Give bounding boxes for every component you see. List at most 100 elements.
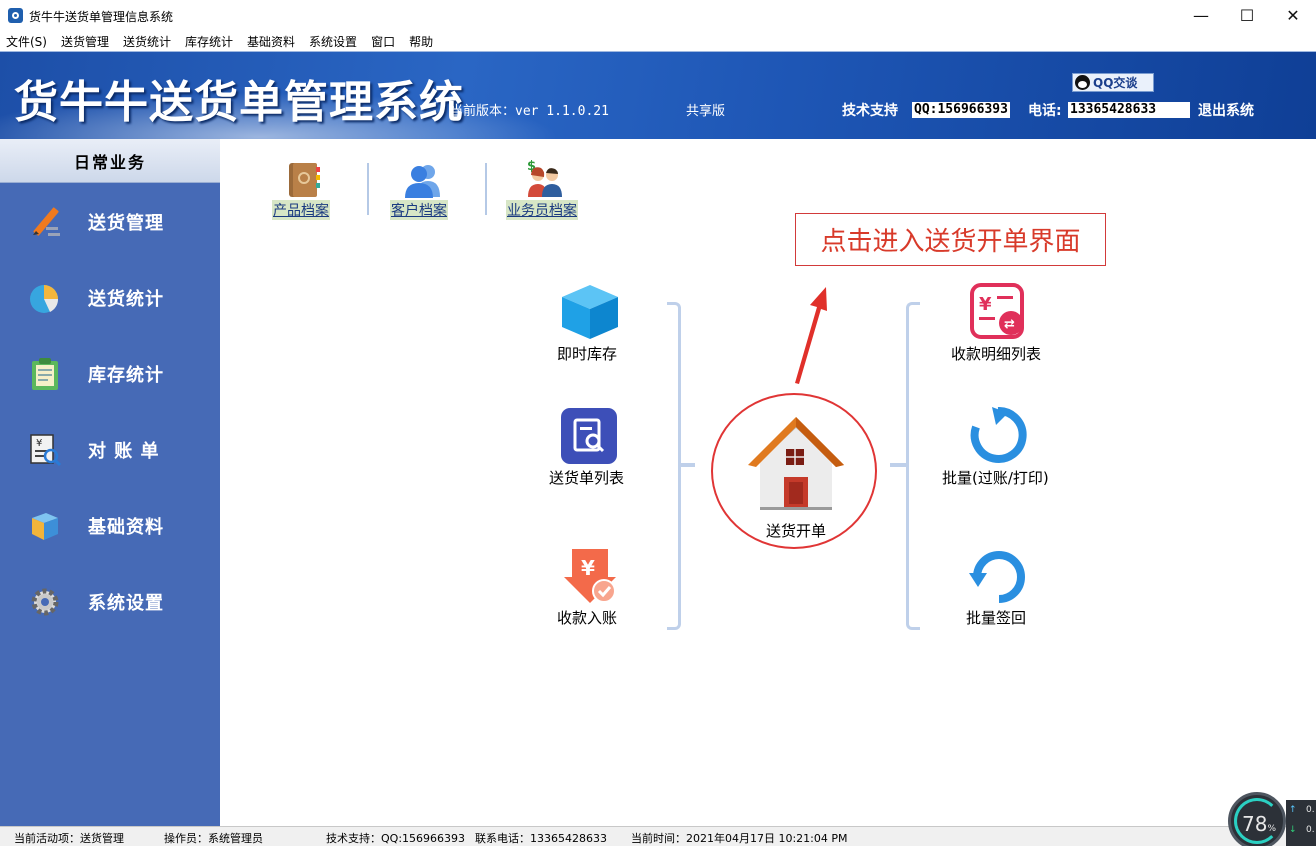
menu-system-settings[interactable]: 系统设置 [309, 33, 357, 50]
quick-link-products[interactable]: 产品档案 [272, 161, 344, 220]
sidebar-item-basic-data[interactable]: 基础资料 [0, 496, 220, 556]
exit-system-button[interactable]: 退出系统 [1198, 100, 1254, 120]
left-bracket [667, 302, 681, 630]
right-bracket-tick [890, 463, 906, 467]
sidebar-item-label: 库存统计 [88, 365, 164, 386]
sidebar-item-label: 送货管理 [88, 213, 164, 234]
menu-bar: 文件(S) 送货管理 送货统计 库存统计 基础资料 系统设置 窗口 帮助 [0, 31, 1316, 51]
menu-delivery-management[interactable]: 送货管理 [61, 33, 109, 50]
status-phone: 联系电话：13365428633 [475, 832, 607, 845]
func-instant-inventory[interactable]: 即时库存 [550, 283, 630, 363]
qq-chat-button[interactable]: QQ交谈 [1072, 73, 1154, 92]
status-support: 技术支持：QQ:156966393 [326, 832, 466, 845]
func-label: 收款入账 [557, 609, 618, 627]
payment-list-icon: ¥ ⇄ [970, 283, 1024, 339]
network-speed-panel: ↑ 0. ↓ 0. [1286, 800, 1316, 846]
box-icon [32, 513, 58, 540]
users-icon [405, 165, 440, 198]
header-banner: 货牛牛送货单管理系统 当前版本：ver 1.1.0.21 共享版 QQ交谈 技术… [0, 51, 1316, 139]
book-icon [289, 163, 320, 197]
salesperson-icon: $ [527, 159, 562, 197]
close-button[interactable]: ✕ [1270, 0, 1316, 31]
status-operator: 操作员：系统管理员 [164, 832, 263, 845]
cube-icon [562, 285, 618, 339]
return-icon [969, 551, 1025, 603]
quick-link-label: 业务员档案 [506, 200, 578, 220]
support-label: 技术支持 [842, 103, 898, 119]
sidebar-item-statement[interactable]: ¥ 对 账 单 [0, 420, 220, 480]
sidebar-item-label: 对 账 单 [88, 441, 160, 462]
sidebar-header[interactable]: 日常业务 [0, 139, 220, 183]
svg-text:¥: ¥ [979, 294, 992, 315]
quick-link-salespeople[interactable]: $ 业务员档案 [506, 159, 588, 220]
sidebar-item-label: 送货统计 [88, 289, 164, 310]
support-phone: 13365428633 [1068, 102, 1190, 118]
maximize-button[interactable]: ☐ [1224, 0, 1270, 31]
status-bar: 当前活动项：送货管理 操作员：系统管理员 技术支持：QQ:156966393 联… [0, 826, 1316, 846]
left-bracket-tick [681, 463, 695, 467]
menu-help[interactable]: 帮助 [409, 33, 433, 50]
window-title: 货牛牛送货单管理信息系统 [29, 10, 174, 24]
svg-text:¥: ¥ [36, 438, 42, 449]
status-time: 当前时间：2021年04月17日 10:21:04 PM [631, 832, 848, 845]
quick-link-separator [485, 163, 487, 215]
func-label: 收款明细列表 [951, 345, 1042, 363]
func-payment-detail-list[interactable]: ¥ ⇄ 收款明细列表 [948, 283, 1048, 363]
quick-link-separator [367, 163, 369, 215]
menu-file[interactable]: 文件(S) [6, 33, 47, 50]
document-search-icon [561, 408, 617, 464]
right-bracket [906, 302, 920, 630]
menu-basic-data[interactable]: 基础资料 [247, 33, 295, 50]
func-label: 送货单列表 [549, 469, 625, 487]
pie-chart-icon [30, 285, 59, 313]
upload-value: 0. [1306, 805, 1315, 815]
quick-link-label: 客户档案 [390, 200, 448, 220]
upload-arrow-icon: ↑ [1289, 805, 1297, 815]
func-batch-sign-back[interactable]: 批量签回 [948, 547, 1048, 627]
download-value: 0. [1306, 825, 1315, 835]
hint-annotation: 点击进入送货开单界面 [795, 213, 1106, 266]
house-icon [748, 417, 844, 510]
clipboard-icon [32, 358, 58, 390]
menu-delivery-stats[interactable]: 送货统计 [123, 33, 171, 50]
menu-inventory-stats[interactable]: 库存统计 [185, 33, 233, 50]
gauge-unit: % [1267, 824, 1277, 834]
gauge-value: 78% [1242, 812, 1276, 836]
sidebar-item-delivery-stats[interactable]: 送货统计 [0, 268, 220, 328]
func-label: 批量签回 [966, 609, 1027, 627]
func-label: 即时库存 [557, 345, 618, 363]
sidebar-item-inventory-stats[interactable]: 库存统计 [0, 344, 220, 404]
title-bar: 货牛牛送货单管理信息系统 — ☐ ✕ [0, 0, 1316, 31]
sidebar-item-delivery-management[interactable]: 送货管理 [0, 192, 220, 252]
support-qq: QQ:156966393 [912, 102, 1010, 118]
svg-text:¥: ¥ [581, 556, 595, 580]
func-payment-receipt[interactable]: ¥ 收款入账 [550, 547, 630, 627]
download-arrow-icon: ↓ [1289, 825, 1297, 835]
sidebar-item-system-settings[interactable]: 系统设置 [0, 572, 220, 632]
gauge-number: 78 [1242, 812, 1268, 836]
status-activity: 当前活动项：送货管理 [14, 832, 124, 845]
func-batch-post-print[interactable]: 批量(过账/打印) [932, 407, 1062, 487]
app-banner-title: 货牛牛送货单管理系统 [14, 77, 464, 128]
func-label: 送货开单 [766, 522, 827, 540]
func-delivery-list[interactable]: 送货单列表 [540, 407, 640, 487]
edition-text: 共享版 [686, 104, 726, 119]
yuan-receipt-icon: ¥ [564, 549, 616, 603]
performance-gauge[interactable]: 78% [1228, 792, 1286, 846]
func-label: 批量(过账/打印) [942, 469, 1049, 487]
svg-text:⇄: ⇄ [1004, 317, 1015, 332]
menu-window[interactable]: 窗口 [371, 33, 395, 50]
qq-chat-label: QQ交谈 [1093, 76, 1138, 90]
version-text: 当前版本：ver 1.1.0.21 [450, 104, 609, 119]
phone-label: 电话: [1028, 103, 1062, 119]
refresh-icon [970, 407, 1027, 463]
func-create-delivery[interactable]: 送货开单 [730, 413, 860, 543]
quick-link-customers[interactable]: 客户档案 [390, 161, 462, 220]
app-icon [8, 8, 23, 23]
qq-penguin-icon [1075, 75, 1090, 90]
gear-icon [31, 588, 59, 616]
sidebar-item-label: 系统设置 [88, 593, 164, 614]
sidebar-item-label: 基础资料 [88, 517, 164, 538]
quick-link-label: 产品档案 [272, 200, 330, 220]
minimize-button[interactable]: — [1178, 0, 1224, 31]
